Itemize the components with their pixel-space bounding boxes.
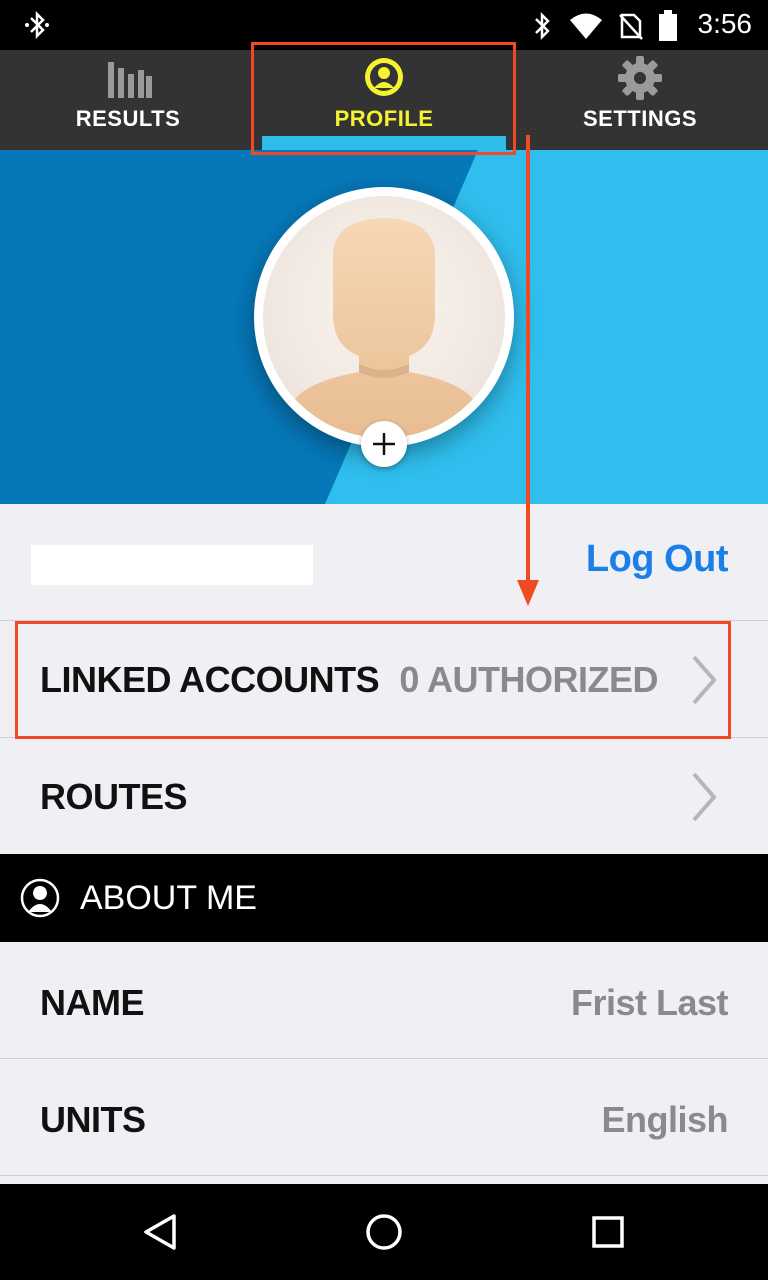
tab-bar: RESULTS PROFILE SETTINGS bbox=[0, 50, 768, 150]
chevron-right-icon bbox=[690, 772, 718, 827]
battery-icon bbox=[658, 10, 678, 47]
chevron-right-icon bbox=[690, 655, 718, 710]
account-row: Log Out bbox=[0, 504, 768, 621]
wifi-icon bbox=[568, 11, 604, 46]
tab-results[interactable]: RESULTS bbox=[0, 50, 256, 150]
about-me-header: ABOUT ME bbox=[0, 854, 768, 942]
units-row[interactable]: UNITS English bbox=[0, 1059, 768, 1176]
linked-accounts-row[interactable]: LINKED ACCOUNTS 0 AUTHORIZED bbox=[0, 621, 768, 738]
tab-settings[interactable]: SETTINGS bbox=[512, 50, 768, 150]
profile-icon bbox=[363, 56, 403, 96]
routes-row[interactable]: ROUTES bbox=[0, 738, 768, 854]
name-label: NAME bbox=[40, 982, 145, 1023]
name-value: Frist Last bbox=[570, 982, 729, 1023]
annotation-arrow-head bbox=[517, 580, 539, 606]
person-icon bbox=[20, 878, 60, 923]
username-field bbox=[31, 545, 313, 585]
avatar-placeholder-image bbox=[263, 196, 505, 438]
logout-link[interactable]: Log Out bbox=[586, 538, 729, 581]
units-label: UNITS bbox=[40, 1099, 146, 1140]
linked-accounts-value: 0 AUTHORIZED bbox=[399, 659, 658, 700]
avatar[interactable] bbox=[254, 187, 514, 447]
recents-icon[interactable] bbox=[578, 1202, 638, 1262]
tab-results-label: RESULTS bbox=[75, 106, 181, 131]
no-sim-icon bbox=[618, 11, 644, 46]
tab-profile[interactable]: PROFILE bbox=[256, 50, 512, 150]
units-value: English bbox=[601, 1099, 728, 1140]
bar-chart-icon bbox=[108, 58, 152, 98]
about-me-title: ABOUT ME bbox=[80, 879, 257, 917]
bluetooth-icon bbox=[22, 10, 52, 45]
clock: 3:56 bbox=[697, 8, 753, 39]
tab-profile-label: PROFILE bbox=[334, 106, 434, 131]
status-bar: 3:56 bbox=[0, 0, 768, 50]
navigation-bar bbox=[0, 1184, 768, 1280]
add-photo-button[interactable] bbox=[361, 421, 407, 467]
linked-accounts-label: LINKED ACCOUNTS bbox=[40, 659, 380, 700]
name-row[interactable]: NAME Frist Last bbox=[0, 942, 768, 1059]
plus-icon bbox=[373, 433, 395, 455]
tab-settings-label: SETTINGS bbox=[582, 106, 697, 131]
bluetooth-icon bbox=[530, 11, 554, 46]
gear-icon bbox=[618, 56, 662, 100]
routes-label: ROUTES bbox=[40, 776, 188, 817]
active-tab-indicator bbox=[262, 136, 506, 150]
annotation-arrow bbox=[526, 135, 530, 581]
home-icon[interactable] bbox=[354, 1202, 414, 1262]
profile-header bbox=[0, 150, 768, 504]
back-icon[interactable] bbox=[130, 1202, 190, 1262]
